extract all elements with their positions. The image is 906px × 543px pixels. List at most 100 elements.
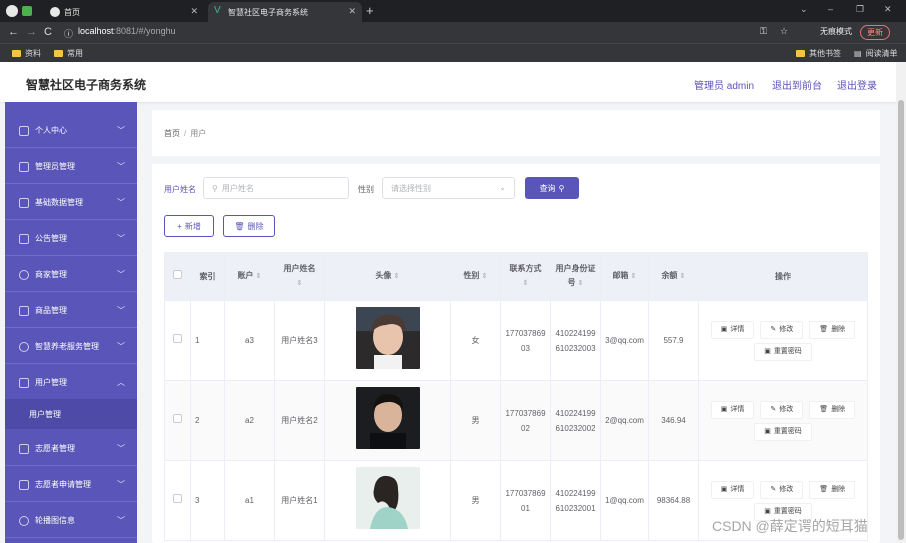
sidebar-item-admin[interactable]: 管理员管理 ﹀ <box>5 150 137 184</box>
folder-icon <box>54 50 63 57</box>
back-icon[interactable]: ← <box>8 26 19 38</box>
sidebar-item-volunteer-apply[interactable]: 志愿者申请管理 ﹀ <box>5 468 137 502</box>
reload-icon[interactable]: C <box>44 26 52 38</box>
edit-button[interactable]: ✎ 修改 <box>760 480 804 499</box>
col-idcard[interactable]: 用户身份证号 ⇕ <box>550 252 601 301</box>
table-row: 2 a2 用户姓名2 男 17703786902 410224199610232… <box>164 380 868 461</box>
search-icon: ⚲ <box>212 183 218 193</box>
batch-delete-button[interactable]: 🗑 删除 <box>223 215 275 237</box>
breadcrumb-home[interactable]: 首页 <box>164 129 180 138</box>
op-label: 修改 <box>779 486 794 493</box>
edit-button[interactable]: ✎ 修改 <box>760 400 804 419</box>
gender-select[interactable]: 请选择性别 ⌄ <box>382 177 515 199</box>
row-checkbox[interactable] <box>173 334 182 343</box>
query-button[interactable]: 查询 ⚲ <box>525 177 579 199</box>
chevron-down-icon: ﹀ <box>117 126 125 135</box>
sidebar-item-label: 轮播图信息 <box>35 516 75 525</box>
col-avatar[interactable]: 头像 ⇕ <box>324 252 451 301</box>
forward-icon[interactable]: → <box>26 26 37 38</box>
reset-password-button[interactable]: ▣ 重置密码 <box>754 342 812 361</box>
delete-label: 删除 <box>247 221 264 231</box>
sort-icon[interactable]: ⇕ <box>680 273 686 280</box>
sort-icon[interactable]: ⇕ <box>482 273 488 280</box>
restore-icon[interactable]: ❐ <box>856 4 864 15</box>
bookmark-folder[interactable]: 其他书签 <box>796 48 841 59</box>
col-phone[interactable]: 联系方式 ⇕ <box>500 252 551 301</box>
tab-home[interactable]: 首页 ✕ <box>44 2 204 22</box>
sidebar-subitem-user-manage[interactable]: 用户管理 <box>5 399 137 429</box>
sort-icon[interactable]: ⇕ <box>394 273 400 280</box>
op-label: 删除 <box>831 326 846 333</box>
col-account[interactable]: 账户 ⇕ <box>224 252 275 301</box>
avatar[interactable] <box>355 467 420 529</box>
bookmark-folder[interactable]: 常用 <box>54 48 83 59</box>
sort-icon[interactable]: ⇕ <box>631 273 637 280</box>
chevron-down-icon[interactable]: ⌄ <box>800 4 808 15</box>
cell-account: a3 <box>224 300 275 381</box>
sidebar-item-elderly[interactable]: 智慧养老服务管理 ﹀ <box>5 330 137 364</box>
reset-icon: ▣ <box>764 348 771 355</box>
op-label: 删除 <box>831 406 846 413</box>
reset-password-button[interactable]: ▣ 重置密码 <box>754 422 812 441</box>
row-checkbox[interactable] <box>173 414 182 423</box>
extension-icon[interactable] <box>22 6 32 16</box>
sidebar-item-profile[interactable]: 个人中心 ﹀ <box>5 114 137 148</box>
close-icon[interactable]: ✕ <box>348 6 356 17</box>
select-all-checkbox[interactable] <box>173 269 182 279</box>
cell-actions: ▣ 详情 ✎ 修改 🗑 删除 ▣ 重置密码 <box>698 300 868 381</box>
avatar[interactable] <box>355 387 420 449</box>
add-button[interactable]: + 新增 <box>164 215 214 237</box>
sort-icon[interactable]: ⇕ <box>297 280 303 287</box>
row-checkbox[interactable] <box>173 494 182 503</box>
bookmark-folder[interactable]: 资料 <box>12 48 41 59</box>
delete-button[interactable]: 🗑 删除 <box>809 320 856 339</box>
trash-icon: 🗑 <box>819 326 829 333</box>
cell-index: 1 <box>190 300 225 381</box>
sidebar-item-base-data[interactable]: 基础数据管理 ﹀ <box>5 186 137 220</box>
page-scrollbar[interactable] <box>896 62 906 543</box>
sidebar-item-notice[interactable]: 公告管理 ﹀ <box>5 222 137 256</box>
minimize-icon[interactable]: – <box>828 4 833 14</box>
sort-icon[interactable]: ⇕ <box>256 273 262 280</box>
logout-link[interactable]: 退出登录 <box>837 77 877 92</box>
sort-icon[interactable]: ⇕ <box>578 280 584 287</box>
chevron-down-icon: ⌄ <box>499 183 506 192</box>
delete-button[interactable]: 🗑 删除 <box>809 480 856 499</box>
op-label: 删除 <box>831 486 846 493</box>
detail-button[interactable]: ▣ 详情 <box>710 480 755 499</box>
sidebar-item-label: 志愿者管理 <box>35 444 75 453</box>
edit-button[interactable]: ✎ 修改 <box>760 320 804 339</box>
name-search-input[interactable]: ⚲ 用户姓名 <box>203 177 349 199</box>
row-checkbox-cell[interactable] <box>164 380 191 461</box>
cell-index: 2 <box>190 380 225 461</box>
tab-app[interactable]: V 智慧社区电子商务系统 ✕ <box>208 2 362 22</box>
star-icon[interactable]: ☆ <box>780 26 788 37</box>
reading-list[interactable]: ▤ 阅读清单 <box>854 48 898 59</box>
col-email[interactable]: 邮箱 ⇕ <box>600 252 649 301</box>
col-gender[interactable]: 性别 ⇕ <box>450 252 501 301</box>
key-icon[interactable]: ⚿ <box>760 26 767 37</box>
url-field[interactable]: localhost:8081/#/yonghu <box>78 26 176 36</box>
front-link[interactable]: 退出到前台 <box>772 77 822 92</box>
sidebar-item-carousel[interactable]: 轮播图信息 ﹀ <box>5 504 137 538</box>
col-label: 账户 <box>237 271 254 280</box>
sidebar-item-goods[interactable]: 商品管理 ﹀ <box>5 294 137 328</box>
scrollbar-thumb[interactable] <box>898 100 904 540</box>
avatar[interactable] <box>355 307 420 369</box>
update-button[interactable]: 更新 <box>860 25 890 40</box>
new-tab-icon[interactable]: + <box>366 3 374 18</box>
detail-button[interactable]: ▣ 详情 <box>710 320 755 339</box>
detail-button[interactable]: ▣ 详情 <box>710 400 755 419</box>
select-all-cell[interactable] <box>164 252 191 301</box>
sidebar-item-users[interactable]: 用户管理 ︿ <box>5 366 137 400</box>
sidebar-item-volunteer[interactable]: 志愿者管理 ﹀ <box>5 432 137 466</box>
delete-button[interactable]: 🗑 删除 <box>809 400 856 419</box>
close-icon[interactable]: ✕ <box>190 6 198 17</box>
sort-icon[interactable]: ⇕ <box>523 280 529 287</box>
close-window-icon[interactable]: ✕ <box>884 4 892 15</box>
row-checkbox-cell[interactable] <box>164 460 191 541</box>
col-balance[interactable]: 余额 ⇕ <box>648 252 699 301</box>
col-name[interactable]: 用户姓名 ⇕ <box>274 252 325 301</box>
sidebar-item-merchant[interactable]: 商家管理 ﹀ <box>5 258 137 292</box>
row-checkbox-cell[interactable] <box>164 300 191 381</box>
